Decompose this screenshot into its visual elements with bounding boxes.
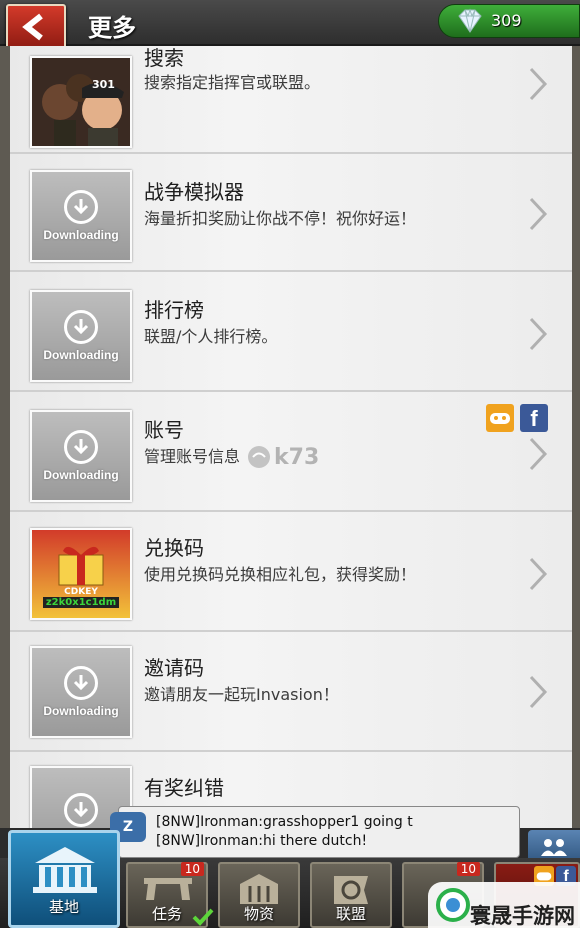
k73-logo-icon — [248, 446, 270, 468]
people-icon — [541, 839, 567, 856]
downloading-thumbnail: Downloading — [30, 646, 132, 738]
chevron-right-icon — [529, 557, 548, 591]
more-menu-list[interactable]: 301 搜索 搜索指定指挥官或联盟。 Downloading 战争模拟器 海量折… — [0, 46, 580, 828]
downloading-text: Downloading — [43, 348, 119, 362]
k73-watermark-text: k73 — [274, 444, 320, 470]
list-item-title: 战争模拟器 — [144, 180, 244, 204]
list-item-invite-code[interactable]: Downloading 邀请码 邀请朋友一起玩Invasion！ — [10, 634, 572, 752]
cdkey-code: z2k0x1c1dm — [42, 596, 120, 608]
list-item-desc: 搜索指定指挥官或联盟。 — [144, 73, 321, 92]
more-badge: 10 — [456, 862, 480, 876]
chevron-right-icon — [529, 317, 548, 351]
list-item-desc: 邀请朋友一起玩Invasion！ — [144, 685, 339, 704]
list-item-desc: 联盟/个人排行榜。 — [144, 327, 278, 346]
list-item-desc: 使用兑换码兑换相应礼包，获得奖励！ — [144, 565, 417, 584]
back-arrow-icon — [22, 13, 43, 41]
chevron-right-icon — [529, 67, 548, 101]
headquarters-icon — [33, 847, 97, 893]
k73-watermark: k73 — [244, 444, 319, 470]
downloading-thumbnail: Downloading — [30, 170, 132, 262]
header-bar: 更多 309 — [0, 0, 580, 50]
downloading-text: Downloading — [43, 228, 119, 242]
resources-button[interactable]: 物资 — [218, 862, 300, 928]
chat-message: [8NW]Ironman:grasshopper1 going t — [156, 814, 413, 830]
diamond-icon — [458, 8, 482, 33]
download-icon — [64, 190, 98, 224]
chevron-right-icon — [529, 675, 548, 709]
list-item-redeem-code[interactable]: CDKEY z2k0x1c1dm 兑换码 使用兑换码兑换相应礼包，获得奖励！ — [10, 514, 572, 632]
list-item-title: 搜索 — [144, 46, 184, 70]
list-item-title: 邀请码 — [144, 656, 204, 680]
base-label: 基地 — [48, 898, 79, 916]
back-button[interactable] — [6, 4, 66, 50]
cap-badge-text: 301 — [92, 78, 115, 91]
chevron-right-icon — [529, 197, 548, 231]
gift-box-icon — [58, 546, 104, 585]
list-item-title: 排行榜 — [144, 298, 204, 322]
commanders-thumbnail: 301 — [30, 56, 132, 148]
download-icon — [64, 430, 98, 464]
gamepad-icon — [486, 404, 514, 432]
chat-message: [8NW]Ironman:hi there dutch! — [156, 833, 368, 849]
download-icon — [64, 666, 98, 700]
downloading-thumbnail: Downloading — [30, 290, 132, 382]
list-item-leaderboard[interactable]: Downloading 排行榜 联盟/个人排行榜。 — [10, 274, 572, 392]
watermark-text: 寰晟手游网 — [470, 903, 575, 928]
watermark-logo-icon — [436, 888, 470, 922]
cdkey-label: CDKEY — [64, 586, 98, 597]
alliance-button[interactable]: 联盟 — [310, 862, 392, 928]
checkmark-icon — [192, 908, 214, 926]
downloading-text: Downloading — [43, 704, 119, 718]
linked-accounts: f — [486, 404, 548, 432]
resources-label: 物资 — [243, 905, 274, 923]
chevron-right-icon — [529, 437, 548, 471]
list-item-title: 兑换码 — [144, 536, 204, 560]
facebook-icon: f — [520, 404, 548, 432]
list-item-title: 账号 — [144, 418, 184, 442]
downloading-text: Downloading — [43, 468, 119, 482]
page-title: 更多 — [88, 14, 136, 42]
list-item-war-simulator[interactable]: Downloading 战争模拟器 海量折扣奖励让你战不停！祝你好运！ — [10, 154, 572, 272]
commanders-image-icon — [32, 58, 130, 146]
list-item-title: 有奖纠错 — [144, 776, 224, 800]
list-item-search[interactable]: 301 搜索 搜索指定指挥官或联盟。 — [10, 46, 572, 154]
cdkey-thumbnail: CDKEY z2k0x1c1dm — [30, 528, 132, 620]
tasks-button[interactable]: 10 任务 — [126, 862, 214, 928]
download-icon — [64, 310, 98, 344]
download-icon — [64, 793, 98, 827]
gem-counter[interactable]: 309 — [438, 4, 580, 38]
gem-count: 309 — [491, 11, 522, 30]
downloading-thumbnail: Downloading — [30, 410, 132, 502]
alliance-label: 联盟 — [335, 905, 366, 923]
list-paper: 301 搜索 搜索指定指挥官或联盟。 Downloading 战争模拟器 海量折… — [10, 46, 572, 828]
list-item-account[interactable]: Downloading 账号 管理账号信息 f k73 — [10, 394, 572, 512]
base-button[interactable]: 基地 — [8, 830, 120, 928]
tasks-badge: 10 — [180, 862, 204, 876]
list-item-desc: 海量折扣奖励让你战不停！祝你好运！ — [144, 209, 417, 228]
